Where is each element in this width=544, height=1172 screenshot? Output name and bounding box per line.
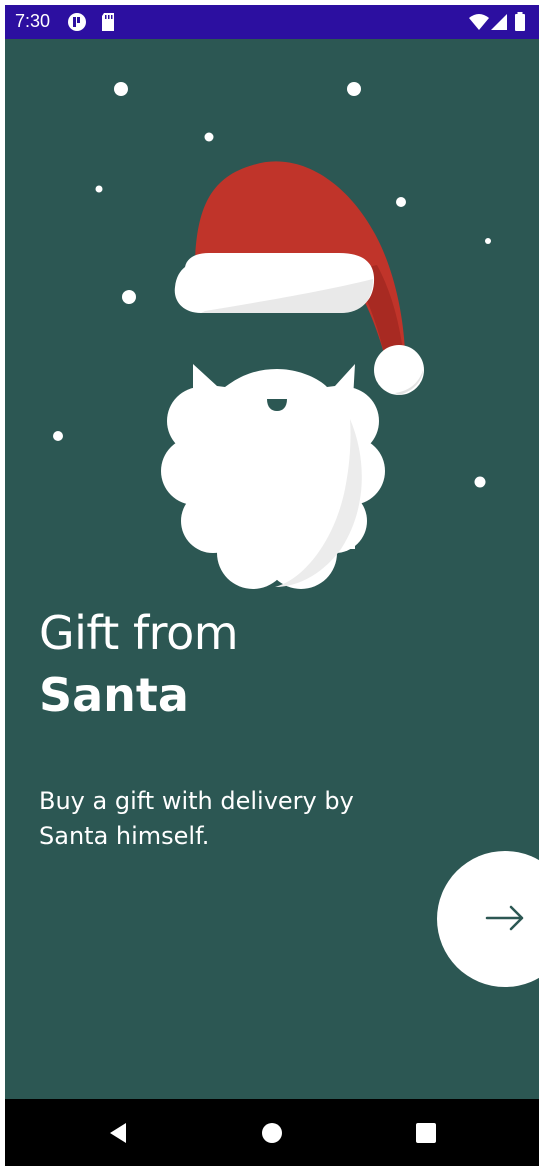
page-title: Gift from Santa xyxy=(39,602,239,726)
santa-illustration xyxy=(53,82,491,589)
status-bar: 7:30 xyxy=(5,5,539,39)
snowflake xyxy=(485,238,491,244)
navigation-bar xyxy=(5,1099,539,1166)
wifi-icon xyxy=(469,12,489,37)
snowflake xyxy=(474,476,486,488)
home-icon[interactable] xyxy=(256,1117,288,1149)
snowflake xyxy=(53,431,63,441)
back-icon[interactable] xyxy=(102,1117,134,1149)
snowflake xyxy=(122,290,136,304)
snowflake xyxy=(396,197,406,207)
snowflake xyxy=(204,132,214,142)
next-button[interactable] xyxy=(437,851,539,987)
page-subtitle: Buy a gift with delivery by Santa himsel… xyxy=(39,787,354,850)
title-line-1: Gift from xyxy=(39,606,239,660)
santa-hat xyxy=(174,161,424,395)
snowflake xyxy=(95,185,103,193)
sd-card-icon xyxy=(100,12,116,37)
notification-icon xyxy=(67,12,87,37)
battery-icon xyxy=(514,12,526,37)
title-line-2: Santa xyxy=(39,668,189,722)
signal-icon xyxy=(491,12,509,37)
onboarding-screen: Gift from Santa Buy a gift with delivery… xyxy=(5,39,539,1099)
arrow-right-icon xyxy=(485,903,525,938)
snowflake xyxy=(347,82,361,96)
snowflake xyxy=(114,82,128,96)
santa-beard xyxy=(161,364,385,589)
status-time: 7:30 xyxy=(15,11,51,31)
recents-icon[interactable] xyxy=(410,1117,442,1149)
device-screen: 7:30 Gift from Santa Buy a gift with del… xyxy=(5,5,539,1166)
